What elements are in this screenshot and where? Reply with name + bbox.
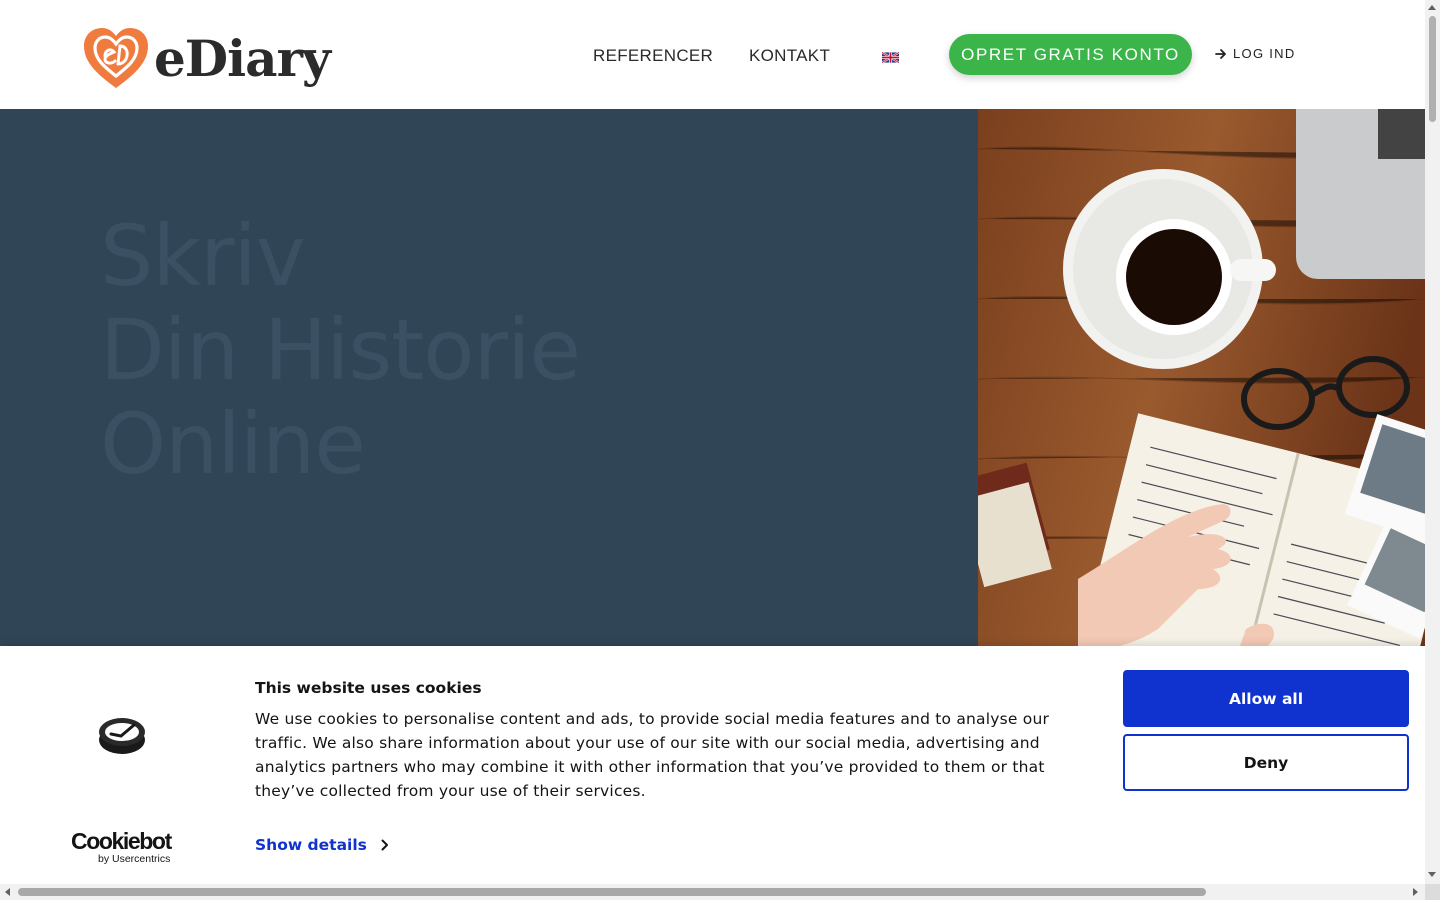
vertical-scrollbar-thumb[interactable] <box>1429 16 1436 122</box>
allow-all-button[interactable]: Allow all <box>1123 670 1409 727</box>
hero-title-line: Din Historie <box>100 301 581 399</box>
nav-referencer[interactable]: REFERENCER <box>593 46 713 66</box>
cookiebot-brand-name: Cookiebot <box>71 828 172 854</box>
cookie-title: This website uses cookies <box>255 679 482 697</box>
hero-title: Skriv Din Historie Online <box>100 207 581 493</box>
show-details-label: Show details <box>255 836 367 854</box>
scroll-left-arrow-icon[interactable] <box>5 888 10 896</box>
cookiebot-logo-icon <box>99 718 145 754</box>
cookiebot-brand-sub: by Usercentrics <box>98 853 171 865</box>
hero-title-line: Online <box>100 395 366 493</box>
login-label: LOG IND <box>1233 46 1296 61</box>
cookie-description: We use cookies to personalise content an… <box>255 710 1050 800</box>
cookiebot-brand[interactable]: Cookiebot by Usercentrics <box>71 828 172 866</box>
heart-logo-icon <box>84 28 148 88</box>
logo[interactable]: eDiary <box>82 26 331 90</box>
hero-image <box>978 109 1425 646</box>
hero-title-line: Skriv <box>100 207 306 305</box>
scrollbar-corner <box>1425 884 1440 900</box>
vertical-scrollbar[interactable] <box>1425 0 1440 884</box>
cookie-banner: Cookiebot by Usercentrics This website u… <box>0 646 1425 884</box>
login-link[interactable]: LOG IND <box>1215 46 1296 61</box>
deny-button[interactable]: Deny <box>1123 734 1409 791</box>
horizontal-scrollbar-thumb[interactable] <box>18 888 1206 896</box>
arrow-right-icon <box>1215 48 1226 59</box>
scroll-right-arrow-icon[interactable] <box>1413 888 1418 896</box>
site-header: eDiary REFERENCER KONTAKT OPRET GRATIS K… <box>0 0 1425 109</box>
uk-flag-icon[interactable] <box>882 52 899 63</box>
create-account-button[interactable]: OPRET GRATIS KONTO <box>949 34 1192 75</box>
chevron-right-icon <box>381 839 388 851</box>
hero-section: Skriv Din Historie Online <box>0 109 978 646</box>
scroll-up-arrow-icon[interactable] <box>1428 5 1436 10</box>
desk-photo-illustration <box>978 109 1425 646</box>
show-details-link[interactable]: Show details <box>255 836 389 854</box>
scroll-down-arrow-icon[interactable] <box>1428 872 1436 877</box>
nav-kontakt[interactable]: KONTAKT <box>749 46 830 66</box>
logo-text: eDiary <box>154 28 331 88</box>
